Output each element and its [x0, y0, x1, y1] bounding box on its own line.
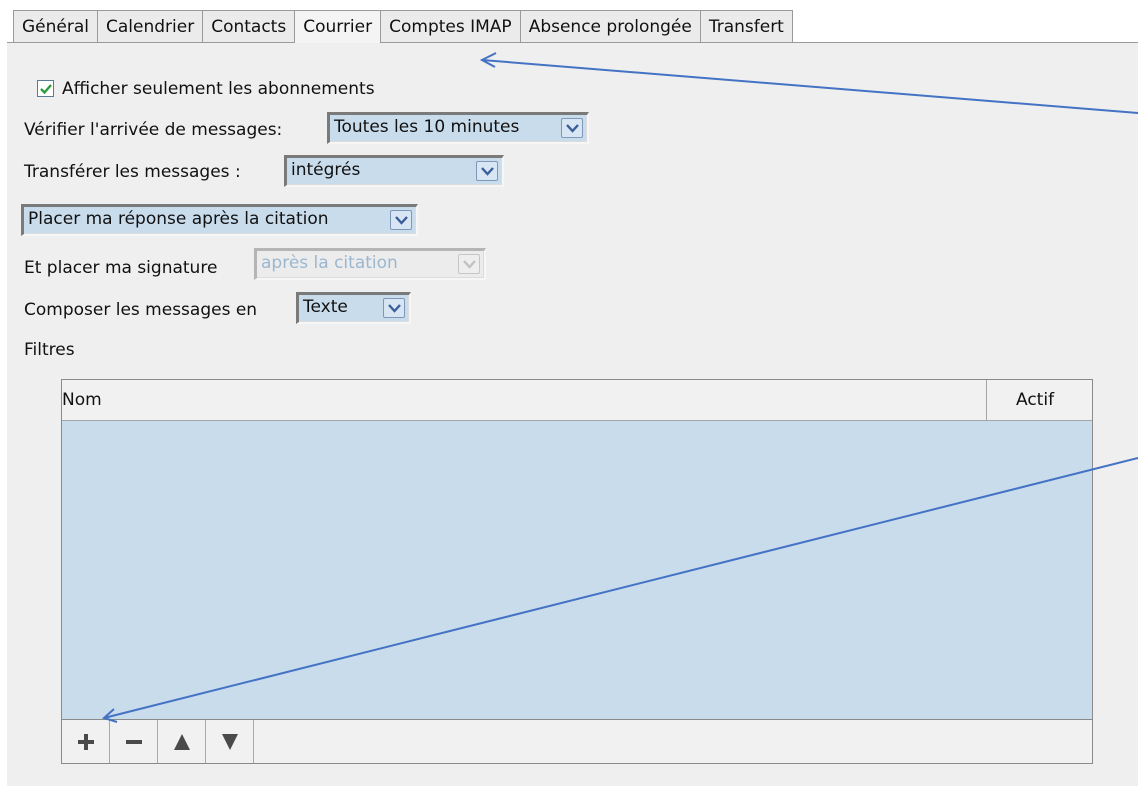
forward-value: intégrés: [291, 160, 361, 180]
reply-position-select[interactable]: Placer ma réponse après la citation: [21, 204, 418, 236]
tab-calendar[interactable]: Calendrier: [97, 10, 204, 42]
check-mail-value: Toutes les 10 minutes: [334, 117, 520, 137]
tab-forwarding[interactable]: Transfert: [699, 10, 793, 42]
filters-label: Filtres: [24, 340, 75, 360]
subscriptions-label: Afficher seulement les abonnements: [62, 79, 375, 99]
check-mail-select[interactable]: Toutes les 10 minutes: [327, 112, 589, 144]
move-filter-up-button[interactable]: [158, 720, 206, 763]
check-mail-label: Vérifier l'arrivée de messages:: [24, 120, 283, 140]
remove-icon: [126, 740, 142, 744]
checkmark-icon: [40, 84, 52, 95]
tab-general[interactable]: Général: [13, 10, 98, 42]
tab-vacation[interactable]: Absence prolongée: [519, 10, 701, 42]
compose-format-select[interactable]: Texte: [296, 292, 411, 324]
move-up-icon: [174, 734, 190, 750]
chevron-down-icon[interactable]: [383, 298, 405, 318]
chevron-down-icon[interactable]: [561, 118, 583, 138]
subscriptions-checkbox[interactable]: [37, 80, 54, 97]
tab-bar: Général Calendrier Contacts Courrier Com…: [13, 10, 793, 43]
reply-position-value: Placer ma réponse après la citation: [28, 209, 329, 229]
move-down-icon: [222, 734, 238, 750]
remove-filter-button[interactable]: [110, 720, 158, 763]
column-header-active-cell[interactable]: Actif: [986, 380, 1093, 420]
filters-toolbar: [62, 719, 1092, 763]
filters-table-header: Nom Actif: [62, 380, 1092, 421]
tab-imap-accounts[interactable]: Comptes IMAP: [380, 10, 521, 42]
column-header-name[interactable]: Nom: [62, 390, 102, 410]
chevron-down-icon[interactable]: [476, 161, 498, 181]
filters-table[interactable]: Nom Actif: [61, 379, 1093, 764]
tab-mail[interactable]: Courrier: [294, 10, 382, 43]
chevron-down-icon[interactable]: [390, 210, 412, 230]
add-filter-button[interactable]: [62, 720, 110, 763]
chevron-down-icon: [458, 254, 480, 274]
add-icon: [78, 734, 94, 750]
signature-select[interactable]: après la citation: [254, 248, 486, 280]
tab-contacts[interactable]: Contacts: [202, 10, 296, 42]
column-header-active: Actif: [1016, 390, 1055, 410]
compose-format-value: Texte: [303, 297, 348, 317]
signature-label: Et placer ma signature: [24, 258, 218, 278]
compose-label: Composer les messages en: [24, 300, 258, 320]
move-filter-down-button[interactable]: [206, 720, 254, 763]
forward-label: Transférer les messages :: [24, 162, 241, 182]
signature-value: après la citation: [261, 253, 398, 273]
forward-select[interactable]: intégrés: [284, 155, 504, 187]
